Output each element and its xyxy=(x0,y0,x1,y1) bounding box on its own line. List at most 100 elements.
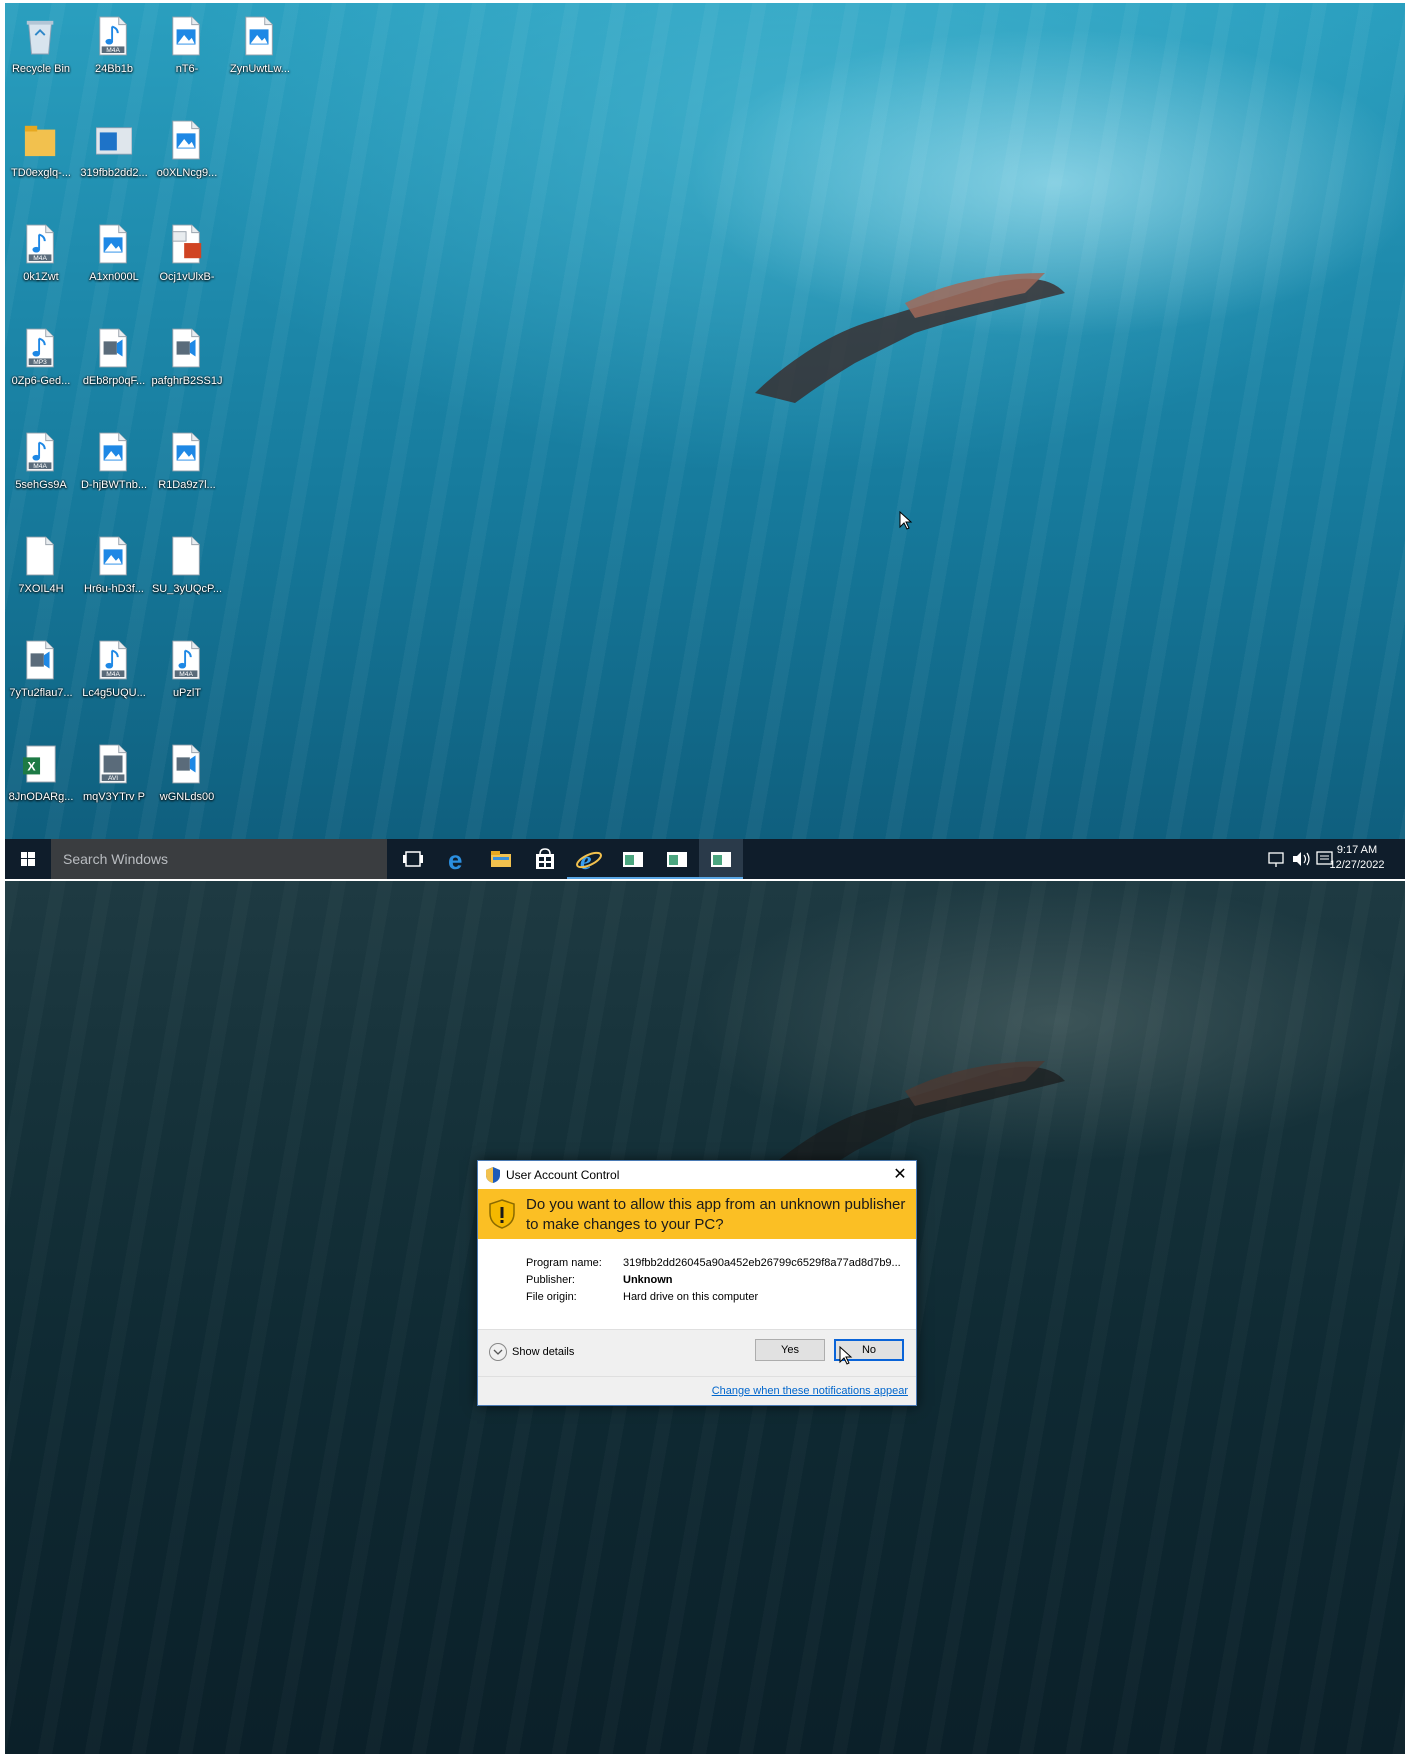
image-icon xyxy=(172,120,200,160)
recycle-bin-icon xyxy=(26,20,54,55)
uac-title: User Account Control xyxy=(506,1168,620,1182)
taskbar-search-box[interactable]: Search Windows xyxy=(51,839,387,879)
desktop-icon-label: 7XOIL4H xyxy=(18,583,64,595)
app-window-icon xyxy=(623,852,643,867)
taskbar-edge[interactable]: e xyxy=(435,839,479,879)
store-icon xyxy=(536,848,554,869)
desktop-icon-label: 24Bb1b xyxy=(95,63,133,75)
taskbar-store[interactable] xyxy=(523,839,567,879)
mp3-icon: MP3 xyxy=(26,328,54,368)
desktop-icon[interactable]: Recycle Bin xyxy=(5,7,77,97)
desktop-icon-label: 5sehGs9A xyxy=(15,479,67,491)
desktop-icon[interactable]: 319fbb2dd2... xyxy=(78,111,150,201)
publisher-label: Publisher: xyxy=(526,1274,575,1286)
desktop-icon-label: uPzlT xyxy=(172,687,202,699)
excel-icon: X xyxy=(23,745,56,783)
desktop-icon[interactable]: 7XOIL4H xyxy=(5,527,77,617)
uac-dialog: User Account Control ✕ Do you want to al… xyxy=(477,1160,917,1406)
desktop-icon[interactable]: Hr6u-hD3f... xyxy=(78,527,150,617)
svg-text:M4A: M4A xyxy=(33,463,47,470)
taskbar-file-explorer[interactable] xyxy=(479,839,523,879)
image-icon xyxy=(245,16,273,56)
avi-icon: AVI xyxy=(99,744,127,784)
yes-button[interactable]: Yes xyxy=(755,1339,825,1361)
clock-time: 9:17 AM xyxy=(1336,844,1378,856)
desktop-icon-label: wGNLds00 xyxy=(159,791,215,803)
audio-icon xyxy=(172,328,200,368)
mouse-cursor-icon xyxy=(839,1346,853,1365)
desktop-icon-label: 0k1Zwt xyxy=(23,271,59,283)
desktop-icon-label: TD0exglq-... xyxy=(11,167,71,179)
warning-shield-icon xyxy=(489,1199,515,1229)
desktop-icon-label: Ocj1vUlxB- xyxy=(159,271,215,283)
desktop-icon[interactable]: TD0exglq-... xyxy=(5,111,77,201)
desktop-icon[interactable]: wGNLds00 xyxy=(151,735,223,825)
file-origin-value: Hard drive on this computer xyxy=(623,1291,759,1303)
start-button[interactable] xyxy=(5,839,51,879)
desktop-icon[interactable]: A1xn000L xyxy=(78,215,150,305)
search-placeholder: Search Windows xyxy=(63,851,169,867)
svg-text:X: X xyxy=(27,760,36,774)
desktop-icon[interactable]: 7yTu2flau7... xyxy=(5,631,77,721)
diver-silhouette xyxy=(755,273,1065,403)
svg-text:M4A: M4A xyxy=(106,671,120,678)
svg-text:MP3: MP3 xyxy=(33,359,47,366)
program-name-value: 319fbb2dd26045a90a452eb26799c6529f8a77ad… xyxy=(623,1257,901,1269)
taskbar-app-window-1[interactable] xyxy=(611,839,655,879)
desktop-icon-label: dEb8rp0qF... xyxy=(82,375,146,387)
taskbar-app-window-2[interactable] xyxy=(655,839,699,879)
taskbar: Search Windows e e 9:17 AM 12/27/2022 xyxy=(5,839,1405,879)
desktop-icon[interactable]: M4A 5sehGs9A xyxy=(5,423,77,513)
uac-question: Do you want to allow this app from an un… xyxy=(526,1196,906,1233)
desktop-icon[interactable]: AVI mqV3YTrv P xyxy=(78,735,150,825)
desktop-icon[interactable]: ZynUwtLw... xyxy=(224,7,296,97)
desktop-icon[interactable]: Ocj1vUlxB- xyxy=(151,215,223,305)
audio-icon xyxy=(26,640,54,680)
desktop-icon[interactable]: R1Da9z7l... xyxy=(151,423,223,513)
desktop-icon[interactable]: M4A uPzlT xyxy=(151,631,223,721)
desktop-icon[interactable]: o0XLNcg9... xyxy=(151,111,223,201)
desktop-icon-label: nT6- xyxy=(175,63,199,75)
desktop-icon-label: o0XLNcg9... xyxy=(156,167,218,179)
publisher-value: Unknown xyxy=(623,1274,673,1286)
desktop-icon-label: mqV3YTrv P xyxy=(83,791,145,803)
uac-footer: Show details Yes No Change when these no… xyxy=(478,1329,916,1405)
desktop-icon[interactable]: dEb8rp0qF... xyxy=(78,319,150,409)
svg-text:e: e xyxy=(448,845,462,875)
desktop-icon[interactable]: SU_3yUQcP... xyxy=(151,527,223,617)
file-origin-row: File origin: Hard drive on this computer xyxy=(526,1291,758,1303)
footer-divider xyxy=(478,1376,916,1377)
app-window-icon xyxy=(96,127,132,155)
blank-icon xyxy=(172,536,200,576)
desktop-icon[interactable]: M4A Lc4g5UQU... xyxy=(78,631,150,721)
desktop-icon[interactable]: pafghrB2SS1J xyxy=(151,319,223,409)
app-window-icon xyxy=(711,852,731,867)
m4a-icon: M4A xyxy=(26,432,54,472)
image-icon xyxy=(99,536,127,576)
desktop-icon[interactable]: M4A 0k1Zwt xyxy=(5,215,77,305)
taskbar-clock[interactable]: 9:17 AM 12/27/2022 xyxy=(1317,843,1397,873)
volume-tray[interactable] xyxy=(1289,839,1313,879)
desktop-icon-label: 0Zp6-Ged... xyxy=(11,375,71,387)
close-button[interactable]: ✕ xyxy=(890,1165,910,1185)
desktop-icon[interactable]: D-hjBWTnb... xyxy=(78,423,150,513)
m4a-icon: M4A xyxy=(99,640,127,680)
taskbar-internet-explorer[interactable]: e xyxy=(567,839,611,879)
uac-title-bar: User Account Control ✕ xyxy=(478,1161,916,1189)
desktop-icon[interactable]: X 8JnODARg... xyxy=(5,735,77,825)
svg-text:e: e xyxy=(580,846,592,875)
desktop-icon-label: 319fbb2dd2... xyxy=(80,167,148,179)
desktop-icon-label: SU_3yUQcP... xyxy=(151,583,223,595)
desktop-icon[interactable]: MP3 0Zp6-Ged... xyxy=(5,319,77,409)
network-tray[interactable] xyxy=(1261,839,1291,879)
change-notifications-link[interactable]: Change when these notifications appear xyxy=(712,1385,908,1397)
svg-text:AVI: AVI xyxy=(108,775,118,782)
close-icon: ✕ xyxy=(893,1166,907,1183)
svg-text:M4A: M4A xyxy=(179,671,193,678)
desktop-icon[interactable]: nT6- xyxy=(151,7,223,97)
desktop-icon[interactable]: M4A 24Bb1b xyxy=(78,7,150,97)
taskbar-app-window-3[interactable] xyxy=(699,839,743,879)
windows-logo-icon xyxy=(21,852,35,866)
desktop-screenshot: Recycle Bin TD0exglq-... M4A 0k1Zwt MP3 0Zp6-… xyxy=(5,3,1405,879)
task-view-button[interactable] xyxy=(391,839,435,879)
